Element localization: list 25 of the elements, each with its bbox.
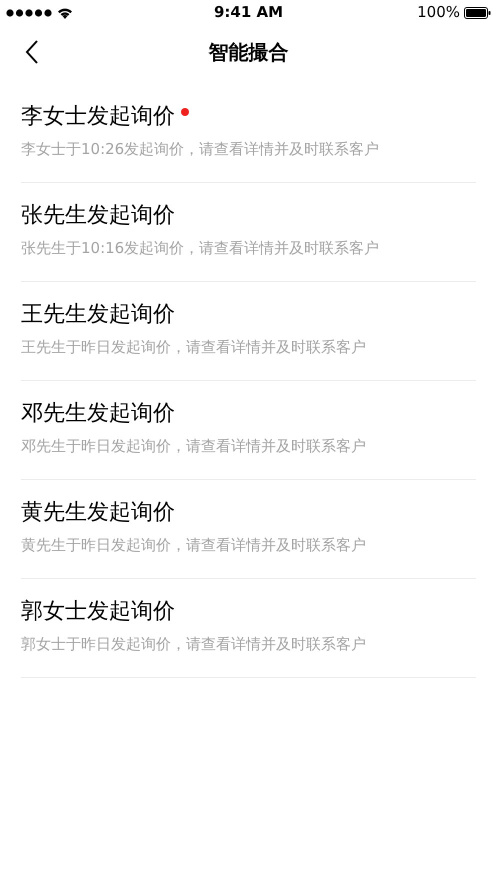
- inquiry-subtitle: 李女士于10:26发起询价，请查看详情并及时联系客户: [21, 139, 380, 159]
- inquiry-title: 李女士发起询价: [21, 103, 175, 131]
- inquiry-subtitle: 张先生于10:16发起询价，请查看详情并及时联系客户: [21, 238, 380, 258]
- inquiry-subtitle: 王先生于昨日发起询价，请查看详情并及时联系客户: [21, 337, 367, 357]
- battery-percent: 100%: [417, 2, 460, 24]
- back-icon: [25, 39, 39, 65]
- status-time: 9:41 AM: [214, 2, 284, 24]
- inquiry-title: 黄先生发起询价: [21, 499, 175, 527]
- page-title: 智能撮合: [208, 38, 288, 66]
- inquiry-item[interactable]: 张先生发起询价 张先生于10:16发起询价，请查看详情并及时联系客户: [21, 183, 476, 282]
- wifi-icon: [57, 6, 73, 18]
- inquiry-item[interactable]: 李女士发起询价 李女士于10:26发起询价，请查看详情并及时联系客户: [21, 84, 476, 183]
- battery-icon: [464, 6, 491, 18]
- signal-icon: [6, 8, 52, 16]
- inquiry-subtitle: 郭女士于昨日发起询价，请查看详情并及时联系客户: [21, 634, 367, 654]
- inquiry-subtitle: 黄先生于昨日发起询价，请查看详情并及时联系客户: [21, 535, 367, 555]
- inquiry-title: 郭女士发起询价: [21, 598, 175, 626]
- inquiry-item[interactable]: 邓先生发起询价 邓先生于昨日发起询价，请查看详情并及时联系客户: [21, 381, 476, 480]
- inquiry-title: 邓先生发起询价: [21, 400, 175, 428]
- inquiry-item[interactable]: 王先生发起询价 王先生于昨日发起询价，请查看详情并及时联系客户: [21, 282, 476, 381]
- inquiry-title: 张先生发起询价: [21, 202, 175, 230]
- inquiry-title: 王先生发起询价: [21, 301, 175, 329]
- inquiry-subtitle: 邓先生于昨日发起询价，请查看详情并及时联系客户: [21, 436, 367, 456]
- inquiry-item[interactable]: 黄先生发起询价 黄先生于昨日发起询价，请查看详情并及时联系客户: [21, 480, 476, 579]
- inquiry-item[interactable]: 郭女士发起询价 郭女士于昨日发起询价，请查看详情并及时联系客户: [21, 579, 476, 678]
